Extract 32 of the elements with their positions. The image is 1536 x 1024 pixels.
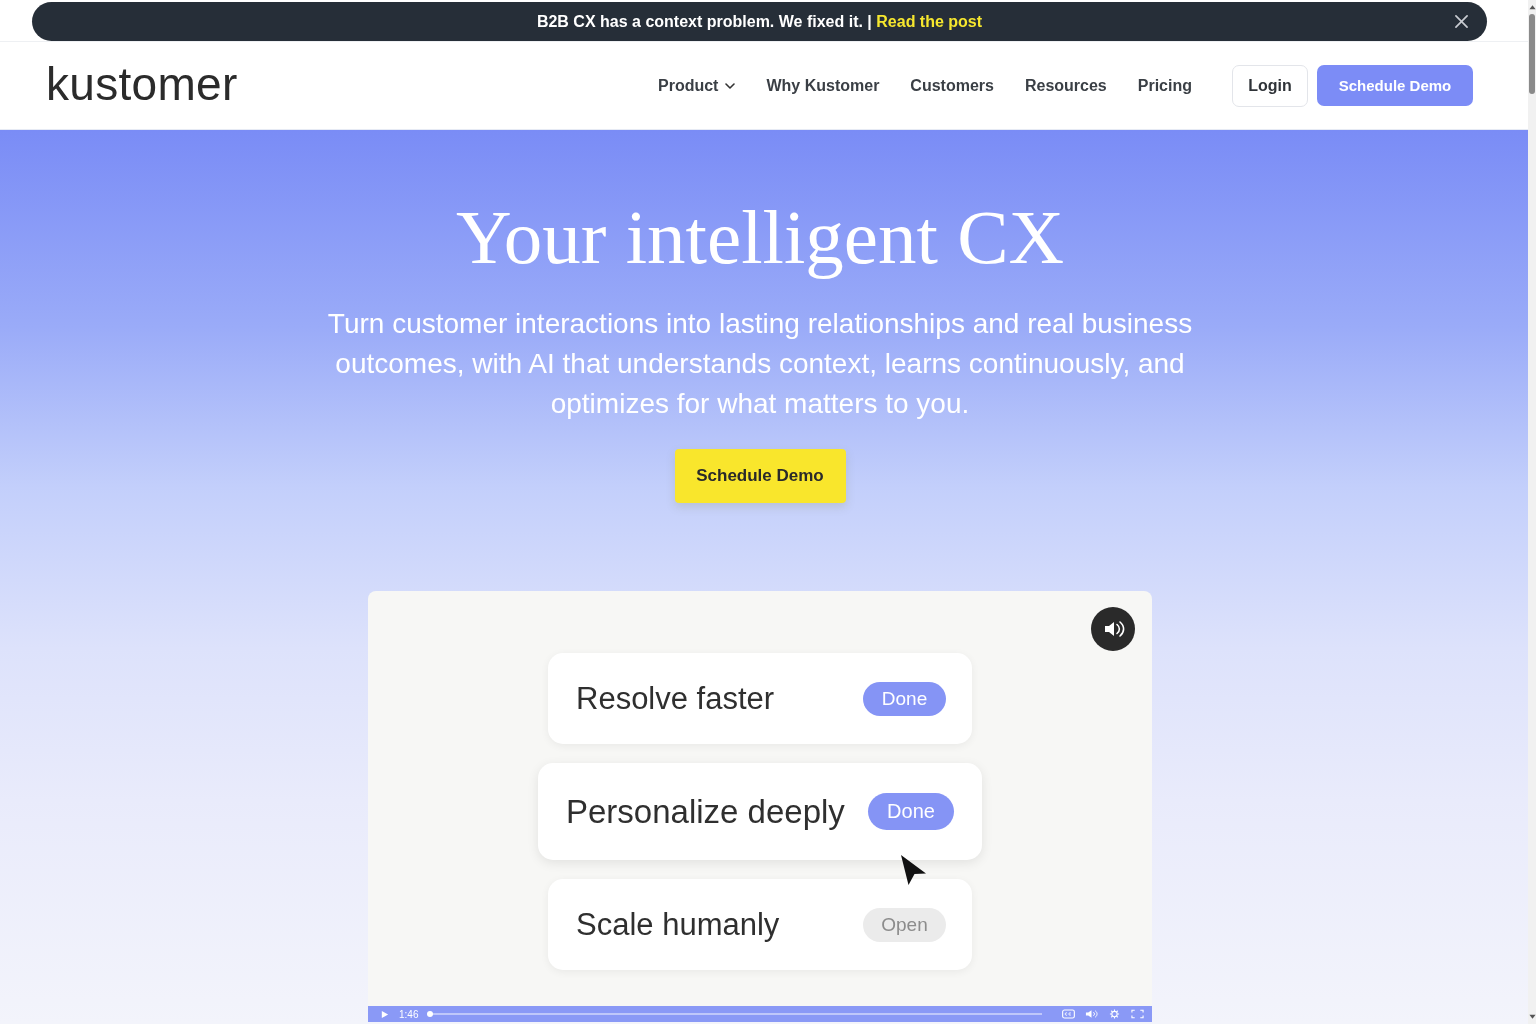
hero-subtitle: Turn customer interactions into lasting relationships and real business outcomes, with AI that understands context, learns continuously, and optimizes for what matters to you. [326,307,1194,421]
progress-handle[interactable] [427,1011,434,1017]
play-icon[interactable] [380,1009,389,1019]
close-icon[interactable] [1455,15,1468,28]
status-badge: Done [868,793,954,830]
schedule-demo-button[interactable]: Schedule Demo [674,449,846,503]
kustomer-logo[interactable]: kustomer [46,58,238,109]
nav-link[interactable]: Pricing [1137,76,1192,95]
read-post-link[interactable]: Read the post [876,12,983,30]
status-badge: Open [863,907,946,942]
video-time: 1:46 [399,1008,419,1020]
scrollbar-thumb[interactable] [1529,14,1535,94]
scroll-down-icon[interactable] [1528,1014,1536,1020]
scroll-up-icon[interactable] [1528,4,1536,10]
settings-icon[interactable] [1108,1009,1121,1019]
task-label: Scale humanly [576,906,780,943]
task-label: Resolve faster [576,680,775,717]
volume-icon[interactable] [1085,1009,1098,1019]
nav-link[interactable]: Product [658,76,736,95]
captions-icon[interactable] [1062,1009,1075,1019]
nav-link[interactable]: Resources [1024,76,1107,95]
chevron-down-icon [725,82,736,89]
nav-link[interactable]: Customers [910,76,994,95]
cursor-icon [900,854,927,886]
speaker-icon[interactable] [1091,607,1135,651]
nav-link[interactable]: Why Kustomer [766,76,880,95]
status-badge: Done [863,681,946,716]
announcement-text: B2B CX has a context problem. We fixed it. | Read the post [536,12,983,31]
task-label: Personalize deeply [566,792,845,831]
login-button[interactable]: Login [1232,64,1308,107]
fullscreen-icon[interactable] [1131,1009,1144,1019]
hero-title: Your intelligent CX [455,196,1065,278]
